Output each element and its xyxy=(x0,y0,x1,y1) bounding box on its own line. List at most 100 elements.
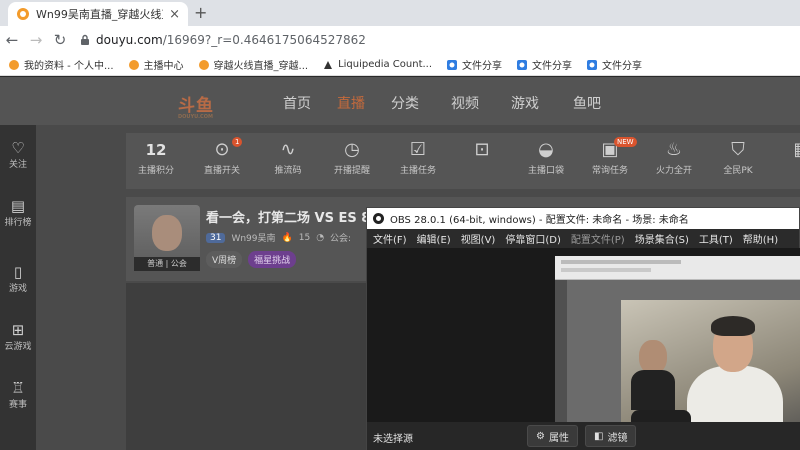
room-chips: V周榜 福星挑战 xyxy=(206,251,297,268)
douyu-logo[interactable]: 斗鱼 DOUYU.COM xyxy=(178,91,214,120)
browser-tab-bar: Wn99吴南直播_穿越火线直播_斗 × + xyxy=(0,0,800,26)
lucky-challenge-chip[interactable]: 福星挑战 xyxy=(248,251,297,268)
bookmark-item[interactable]: 文件分享 xyxy=(516,57,572,72)
bookmark-label: 文件分享 xyxy=(462,61,503,72)
back-button[interactable]: ← xyxy=(0,28,24,52)
tool-label: 主播积分 xyxy=(137,166,174,176)
logo-subtext: DOUYU.COM xyxy=(178,114,213,120)
anchor-level-badge: 31 xyxy=(206,232,226,243)
bookmark-item[interactable]: 主播中心 xyxy=(128,57,184,72)
forward-button[interactable]: → xyxy=(24,28,48,52)
new-badge: NEW xyxy=(614,137,637,147)
menu-help[interactable]: 帮助(H) xyxy=(743,231,778,246)
menu-tools[interactable]: 工具(T) xyxy=(699,231,733,246)
sidebar-item-games[interactable]: ▯ 游戏 xyxy=(0,263,36,294)
tool-label: 直播开关 xyxy=(203,166,240,176)
lock-icon xyxy=(81,34,89,45)
properties-label: 属性 xyxy=(548,432,569,444)
bookmark-item[interactable]: 我的资料 - 个人中... xyxy=(8,57,114,72)
tool-pk[interactable]: ⛉ 全民PK xyxy=(708,137,768,176)
tab-close-icon[interactable]: × xyxy=(169,7,180,22)
filters-label: 滤镜 xyxy=(607,432,628,444)
bookmark-label: 主播中心 xyxy=(143,61,184,72)
filters-button[interactable]: ◧ 滤镜 xyxy=(585,425,637,447)
room-meta: 31 Wn99吴南 🔥 15 ◔ 公会: xyxy=(206,231,351,244)
obs-titlebar[interactable]: OBS 28.0.1 (64-bit, windows) - 配置文件: 未命名… xyxy=(367,208,799,229)
tool-label: 推流码 xyxy=(274,166,302,176)
alarm-clock-icon: ◷ xyxy=(344,139,360,160)
anchor-name[interactable]: Wn99吴南 xyxy=(231,231,275,244)
left-sidebar: ♡ 关注 ▤ 排行榜 ▯ 游戏 ⊞ 云游戏 ♖ 赛事 xyxy=(0,125,36,450)
sidebar-item-ranking[interactable]: ▤ 排行榜 xyxy=(0,197,36,228)
browser-tab[interactable]: Wn99吴南直播_穿越火线直播_斗 × xyxy=(8,2,188,26)
douyu-favicon-icon xyxy=(9,59,19,70)
url-host: douyu.com xyxy=(96,33,163,47)
grid-icon: ▦ xyxy=(772,137,800,163)
room-title: 看一会，打第二场 VS ES 8 xyxy=(206,211,371,226)
tool-label: 开播提醒 xyxy=(333,166,370,176)
nav-live[interactable]: 直播 xyxy=(337,93,365,113)
gamepad-icon: ⊞ xyxy=(11,321,25,339)
new-tab-button[interactable]: + xyxy=(194,3,207,22)
tool-stream-key[interactable]: ∿ 推流码 xyxy=(258,137,318,176)
sidebar-item-follow[interactable]: ♡ 关注 xyxy=(0,139,36,170)
weekly-rank-chip[interactable]: V周榜 xyxy=(206,251,243,268)
bookmark-item[interactable]: 文件分享 xyxy=(446,57,502,72)
cloud-share-icon xyxy=(587,59,598,70)
tool-live-reminder[interactable]: ◷ 开播提醒 xyxy=(322,137,382,176)
bookmarks-bar: 我的资料 - 个人中... 主播中心 穿越火线直播_穿越... Liquiped… xyxy=(0,54,800,76)
flame-icon: ♨ xyxy=(665,139,683,160)
reload-button[interactable]: ↻ xyxy=(48,28,72,52)
tool-points[interactable]: 12 主播积分 xyxy=(126,137,186,176)
tool-pocket[interactable]: ◒ 主播口袋 xyxy=(516,137,576,176)
sidebar-item-events[interactable]: ♖ 赛事 xyxy=(0,379,36,410)
tool-anchor-tasks[interactable]: ☑ 主播任务 xyxy=(388,137,448,176)
menu-edit[interactable]: 编辑(E) xyxy=(417,231,451,246)
tool-label: 常询任务 xyxy=(591,166,628,176)
tool-gift[interactable]: ⊡ xyxy=(452,137,512,163)
anchor-avatar[interactable]: 普通 | 公会 xyxy=(134,205,200,271)
toggle-icon: ⊙ xyxy=(214,139,230,160)
properties-button[interactable]: ⚙ 属性 xyxy=(527,425,578,447)
menu-file[interactable]: 文件(F) xyxy=(373,231,407,246)
sidebar-label: 赛事 xyxy=(8,400,27,410)
bookmark-item[interactable]: 穿越火线直播_穿越... xyxy=(198,57,309,72)
sidebar-item-cloud-game[interactable]: ⊞ 云游戏 xyxy=(0,321,36,352)
logo-text: 斗鱼 xyxy=(178,96,214,116)
douyu-favicon-icon xyxy=(198,59,209,70)
nav-fishbar[interactable]: 鱼吧 xyxy=(573,93,601,113)
address-bar[interactable]: douyu.com/16969?_r=0.4646175064527862 xyxy=(96,33,366,47)
announce-icon: ◔ xyxy=(316,232,325,243)
avatar-label: 普通 | 公会 xyxy=(134,257,200,271)
menu-docks[interactable]: 停靠窗口(D) xyxy=(505,231,561,246)
sidebar-label: 排行榜 xyxy=(4,218,32,228)
liquipedia-icon xyxy=(324,60,333,69)
nav-video[interactable]: 视频 xyxy=(451,93,479,113)
douyu-favicon-icon xyxy=(17,8,29,20)
bookmark-item[interactable]: 文件分享 xyxy=(586,57,642,72)
nav-games[interactable]: 游戏 xyxy=(511,93,539,113)
tool-label: 主播任务 xyxy=(399,166,436,176)
tool-more[interactable]: ▦ xyxy=(772,137,800,163)
menu-profile[interactable]: 配置文件(P) xyxy=(571,231,625,246)
obs-menubar: 文件(F) 编辑(E) 视图(V) 停靠窗口(D) 配置文件(P) 场景集合(S… xyxy=(367,229,799,248)
avatar-face xyxy=(152,215,182,251)
nav-home[interactable]: 首页 xyxy=(283,93,311,113)
announcement-label: 公会: xyxy=(330,234,352,244)
filter-icon: ◧ xyxy=(594,430,604,442)
tool-ad-tasks[interactable]: ▣ 常询任务 NEW xyxy=(580,137,640,176)
menu-scene-collection[interactable]: 场景集合(S) xyxy=(635,231,689,246)
tool-firepower[interactable]: ♨ 火力全开 xyxy=(644,137,704,176)
sidebar-label: 云游戏 xyxy=(4,342,32,352)
nav-category[interactable]: 分类 xyxy=(391,93,419,113)
heat-value: 15 xyxy=(298,232,311,243)
bookmark-label: 穿越火线直播_穿越... xyxy=(213,61,309,72)
bookmark-item[interactable]: Liquipedia Count... xyxy=(322,59,432,71)
tool-live-switch[interactable]: ⊙ 直播开关 1 xyxy=(192,137,252,176)
heart-icon: ♡ xyxy=(11,139,25,157)
menu-view[interactable]: 视图(V) xyxy=(461,231,496,246)
cloud-share-icon xyxy=(517,59,528,70)
sidebar-label: 游戏 xyxy=(8,284,27,294)
streamer-hair xyxy=(711,316,755,336)
tool-label: 全民PK xyxy=(723,166,753,176)
